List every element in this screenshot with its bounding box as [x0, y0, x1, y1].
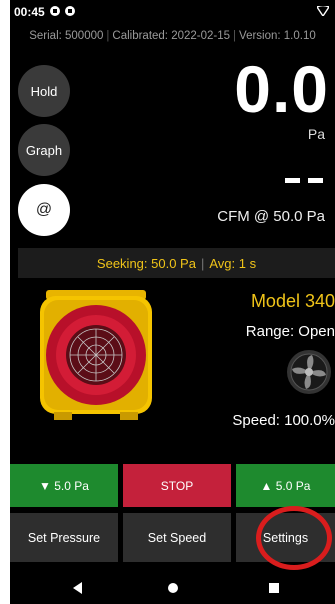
serial-label: Serial: 500000: [29, 30, 104, 42]
seeking-label: Seeking: 50.0 Pa: [96, 255, 196, 271]
app-notification-icon: [50, 6, 60, 16]
wifi-icon: [317, 6, 329, 16]
pressure-unit: Pa: [307, 126, 325, 142]
flow-dash: [285, 178, 300, 183]
avg-label: Avg: 1 s: [209, 255, 257, 271]
cfm-label: CFM @ 50.0 Pa: [217, 208, 325, 225]
at-mode-button[interactable]: @: [18, 184, 70, 236]
recents-icon[interactable]: [266, 580, 282, 596]
speed-label: Speed: 100.0%: [232, 412, 335, 429]
app-notification-icon: [65, 6, 75, 16]
flow-dash: [308, 178, 323, 183]
set-speed-button[interactable]: Set Speed: [123, 513, 231, 562]
hold-button[interactable]: Hold: [18, 65, 70, 117]
settings-button[interactable]: Settings: [236, 513, 335, 562]
fan-icon: [287, 350, 331, 394]
status-time: 00:45: [14, 5, 45, 19]
calibrated-label: Calibrated: 2022-02-15: [112, 30, 231, 42]
device-info-bar: Serial: 500000 | Calibrated: 2022-02-15 | Ve…: [29, 30, 316, 42]
increase-pressure-button[interactable]: ▲ 5.0 Pa: [236, 464, 335, 507]
home-icon[interactable]: [165, 580, 181, 596]
status-bar: 00:45: [10, 0, 335, 22]
model-label: Model 340: [250, 291, 335, 311]
pressure-readout: 0.0: [234, 52, 329, 126]
stop-button[interactable]: STOP: [123, 464, 231, 507]
range-label: Range: Open: [245, 323, 335, 340]
version-label: Version: 1.0.10: [239, 30, 316, 42]
blower-fan-image: [40, 290, 152, 420]
android-nav-bar: [10, 572, 335, 604]
back-icon[interactable]: [70, 580, 86, 596]
seek-status-bar: Seeking: 50.0 Pa | Avg: 1 s: [18, 248, 335, 278]
decrease-pressure-button[interactable]: ▼ 5.0 Pa: [10, 464, 118, 507]
set-pressure-button[interactable]: Set Pressure: [10, 513, 118, 562]
app-screen: 00:45 Serial: 500000 | Calibrated: 2022-02…: [10, 0, 335, 604]
graph-button[interactable]: Graph: [18, 124, 70, 176]
